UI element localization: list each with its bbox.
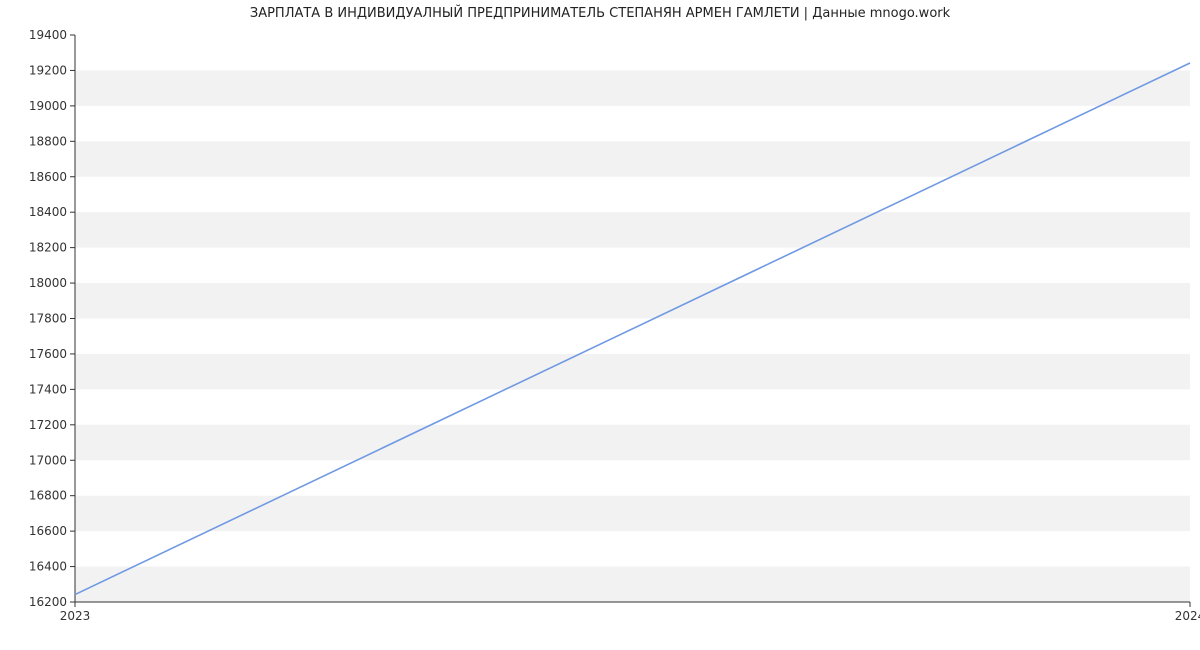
y-tick-label: 17600 [29, 347, 67, 361]
y-tick-label: 18800 [29, 134, 67, 148]
y-tick-label: 19400 [29, 28, 67, 42]
x-tick-label: 2024 [1175, 609, 1200, 623]
y-tick-label: 16200 [29, 595, 67, 609]
chart-container: ЗАРПЛАТА В ИНДИВИДУАЛНЫЙ ПРЕДПРИНИМАТЕЛЬ… [0, 0, 1200, 650]
y-tick-label: 16600 [29, 524, 67, 538]
y-tick-label: 18600 [29, 170, 67, 184]
y-tick-label: 17400 [29, 382, 67, 396]
y-tick-label: 19200 [29, 63, 67, 77]
y-tick-label: 18400 [29, 205, 67, 219]
x-tick-label: 2023 [60, 609, 91, 623]
y-tick-label: 19000 [29, 99, 67, 113]
y-tick-label: 16400 [29, 560, 67, 574]
line-chart: 16200 16400 16600 16800 17000 17200 17400 17600… [0, 0, 1200, 650]
y-tick-label: 17800 [29, 312, 67, 326]
y-tick-label: 18000 [29, 276, 67, 290]
y-tick-label: 16800 [29, 489, 67, 503]
y-tick-label: 18200 [29, 241, 67, 255]
y-tick-label: 17200 [29, 418, 67, 432]
y-tick-label: 17000 [29, 453, 67, 467]
